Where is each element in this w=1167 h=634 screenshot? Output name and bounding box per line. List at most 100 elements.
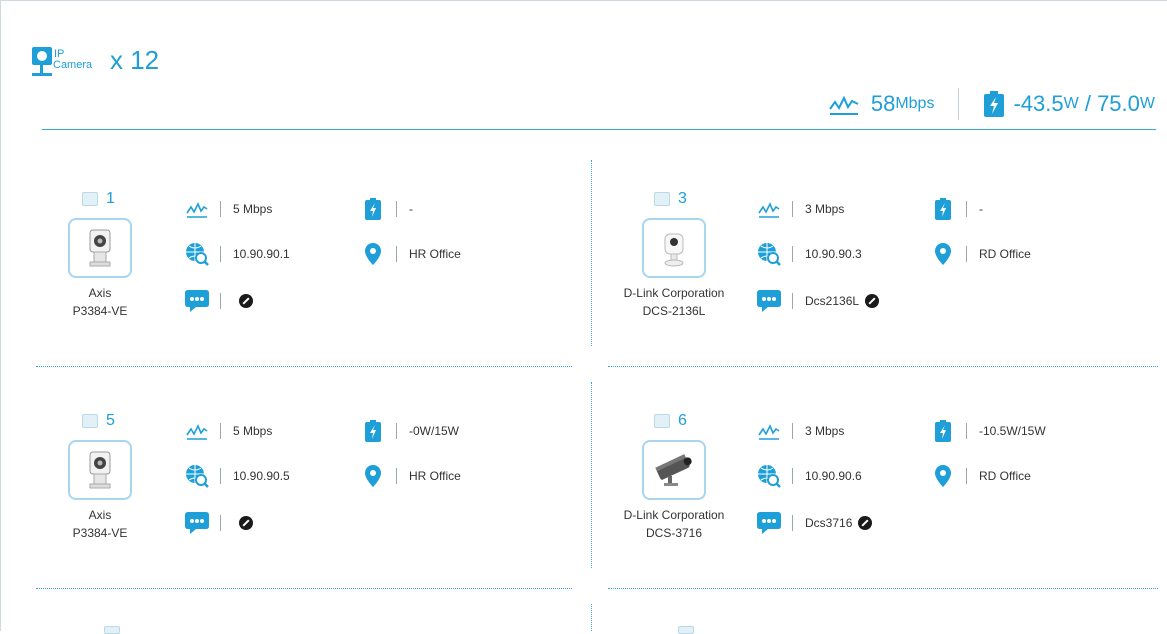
ip-field: 10.90.90.1 [184, 241, 290, 267]
globe-search-icon [184, 463, 210, 489]
device-thumbnail [68, 218, 132, 278]
grid-divider-horizontal [608, 366, 1158, 367]
pulse-icon [184, 196, 210, 222]
location-value: HR Office [409, 247, 461, 261]
field-separator [396, 246, 397, 262]
location-pin-icon [360, 241, 386, 267]
field-separator [396, 423, 397, 439]
camera-count: x 12 [110, 44, 160, 75]
frame-left-border [0, 0, 1, 631]
device-card[interactable]: 1 Axis P3384-VE 5 Mbps - 10.90.90.1 HR O… [52, 190, 592, 360]
camera-small-icon [104, 626, 120, 634]
logo-camera-text: Camera [53, 59, 93, 71]
bandwidth-field: 3 Mbps [756, 196, 844, 222]
field-separator [220, 515, 221, 531]
location-field: RD Office [930, 241, 1031, 267]
chat-bubble-icon [756, 288, 782, 314]
device-number: 1 [82, 190, 115, 208]
grid-divider-horizontal [36, 366, 572, 367]
power-value: -10.5W/15W [979, 424, 1046, 438]
device-number: 3 [654, 190, 687, 208]
field-separator [792, 246, 793, 262]
location-pin-icon [930, 463, 956, 489]
frame-top-border [0, 0, 1167, 1]
field-separator [220, 201, 221, 217]
field-separator [792, 201, 793, 217]
ip-camera-icon: IP Camera [30, 45, 92, 93]
power-value: -43.5 [1013, 91, 1064, 116]
note-value: Dcs2136L [805, 294, 860, 308]
bandwidth-value: 5 Mbps [233, 202, 273, 216]
field-separator [220, 293, 221, 309]
bandwidth-unit: Mbps [895, 95, 935, 112]
note-field [184, 288, 253, 314]
summary-bar: 58 Mbps -43.5 W / 75.0 W [829, 86, 1155, 122]
power-value: - [409, 202, 413, 216]
power-unit: W [1063, 95, 1079, 112]
device-model: P3384-VE [72, 304, 128, 318]
grid-divider-horizontal [608, 588, 1158, 589]
ip-value: 10.90.90.3 [805, 247, 862, 261]
camera-small-icon [654, 192, 670, 206]
bandwidth-value: 3 Mbps [805, 424, 845, 438]
power-field: -0W/15W [360, 418, 459, 444]
battery-bolt-icon [930, 196, 956, 222]
ip-field: 10.90.90.5 [184, 463, 290, 489]
field-separator [396, 201, 397, 217]
globe-search-icon [756, 241, 782, 267]
location-field: HR Office [360, 241, 461, 267]
field-separator [396, 468, 397, 484]
edit-icon[interactable] [858, 516, 873, 530]
box-camera-icon [89, 451, 111, 489]
device-card[interactable]: 5 Axis P3384-VE 5 Mbps -0W/15W 10.90.90.… [52, 412, 592, 582]
field-separator [966, 423, 967, 439]
device-card[interactable]: 3 D-Link Corporation DCS-2136L 3 Mbps - … [612, 190, 1152, 360]
device-name: Axis P3384-VE [52, 506, 148, 542]
box-camera-icon [89, 229, 111, 267]
ip-value: 10.90.90.1 [233, 247, 290, 261]
bandwidth-field: 3 Mbps [756, 418, 844, 444]
edit-icon[interactable] [865, 294, 880, 308]
edit-icon[interactable] [239, 516, 253, 530]
field-separator [966, 246, 967, 262]
bandwidth-field: 5 Mbps [184, 196, 272, 222]
bandwidth-value: 3 Mbps [805, 202, 845, 216]
field-separator [792, 515, 793, 531]
power-budget-unit: W [1139, 95, 1155, 112]
device-thumbnail [642, 218, 706, 278]
edit-icon[interactable] [239, 294, 253, 308]
power-field: -10.5W/15W [930, 418, 1046, 444]
camera-small-icon [82, 192, 98, 206]
chat-bubble-icon [756, 510, 782, 536]
total-power: -43.5 W / 75.0 W [983, 91, 1155, 117]
bandwidth-value: 58 [870, 91, 896, 116]
note-value: Dcs3716 [805, 516, 853, 530]
location-pin-icon [930, 241, 956, 267]
camera-small-icon [82, 414, 98, 428]
field-separator [220, 246, 221, 262]
field-separator [792, 423, 793, 439]
device-name: D-Link Corporation DCS-2136L [612, 284, 736, 320]
device-card[interactable]: 6 D-Link Corporation DCS-3716 3 Mbps -10… [612, 412, 1152, 582]
power-budget: 75.0 [1097, 91, 1140, 116]
ip-value: 10.90.90.6 [805, 469, 862, 483]
device-model: DCS-2136L [642, 304, 706, 318]
ip-field: 10.90.90.3 [756, 241, 862, 267]
battery-bolt-icon [360, 196, 386, 222]
bandwidth-field: 5 Mbps [184, 418, 272, 444]
chat-bubble-icon [184, 510, 210, 536]
chat-bubble-icon [184, 288, 210, 314]
ip-value: 10.90.90.5 [233, 469, 290, 483]
device-model: DCS-3716 [645, 526, 703, 540]
device-vendor: Axis [88, 286, 112, 300]
device-vendor: D-Link Corporation [623, 508, 725, 522]
ip-field: 10.90.90.6 [756, 463, 862, 489]
location-value: RD Office [979, 469, 1031, 483]
bullet-camera-icon [655, 454, 692, 486]
camera-small-icon [678, 626, 694, 634]
camera-small-icon [654, 414, 670, 428]
pulse-icon [756, 418, 782, 444]
device-vendor: D-Link Corporation [623, 286, 725, 300]
globe-search-icon [756, 463, 782, 489]
power-separator: / [1078, 91, 1098, 116]
